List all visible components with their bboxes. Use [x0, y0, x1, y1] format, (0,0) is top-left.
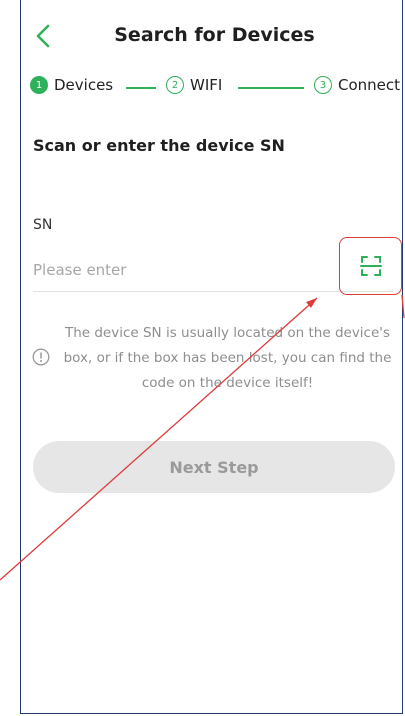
input-underline	[33, 291, 393, 292]
step-connector	[238, 87, 304, 89]
step-label: Devices	[54, 76, 114, 94]
step-connector	[126, 87, 156, 89]
section-heading: Scan or enter the device SN	[33, 136, 285, 155]
sn-input[interactable]	[33, 256, 333, 284]
scan-button[interactable]	[339, 237, 402, 295]
page-title: Search for Devices	[114, 24, 315, 46]
step-connect: 3 Connect	[314, 76, 400, 94]
next-step-button[interactable]: Next Step	[33, 441, 395, 493]
step-number: 2	[166, 76, 184, 94]
info-icon	[32, 348, 50, 366]
step-wifi: 2 WIFI	[166, 76, 222, 94]
step-number: 1	[30, 76, 48, 94]
sn-location-note: The device SN is usually located on the …	[63, 325, 392, 391]
scan-icon	[359, 256, 382, 276]
step-devices: 1 Devices	[30, 76, 113, 94]
step-label: WIFI	[190, 76, 223, 94]
step-number: 3	[314, 76, 332, 94]
sn-label: SN	[33, 217, 53, 233]
step-label: Connect	[338, 76, 401, 94]
